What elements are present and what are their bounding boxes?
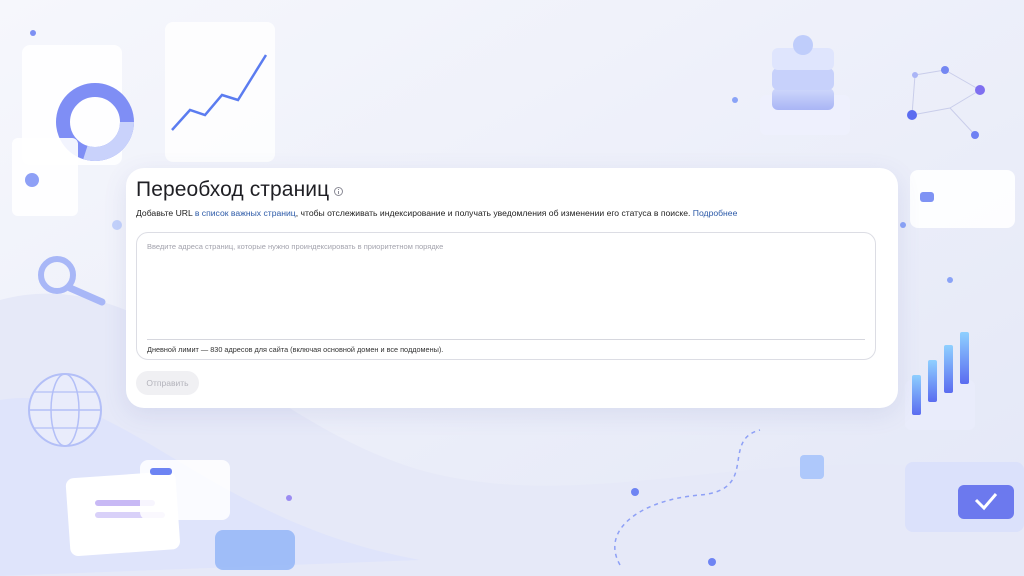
url-input-field[interactable]: Введите адреса страниц, которые нужно пр…: [136, 232, 876, 360]
window-illustration: [905, 462, 1024, 532]
description-middle: , чтобы отслеживать индексирование и пол…: [295, 208, 693, 218]
info-icon[interactable]: [334, 186, 344, 196]
input-divider: [147, 339, 865, 340]
page-title: Переобход страниц: [136, 178, 330, 201]
important-pages-link[interactable]: в список важных страниц: [195, 208, 296, 218]
submit-button[interactable]: Отправить: [136, 371, 199, 395]
more-info-link[interactable]: Подробнее: [693, 208, 738, 218]
daily-limit-note: Дневной лимит — 830 адресов для сайта (в…: [147, 345, 444, 354]
recrawl-card: Переобход страниц Добавьте URL в список …: [126, 168, 898, 408]
url-input-placeholder: Введите адреса страниц, которые нужно пр…: [147, 242, 444, 251]
globe-illustration: [28, 373, 102, 447]
page-description: Добавьте URL в список важных страниц, чт…: [136, 208, 737, 218]
description-prefix: Добавьте URL: [136, 208, 195, 218]
title-row: Переобход страниц: [136, 178, 344, 202]
